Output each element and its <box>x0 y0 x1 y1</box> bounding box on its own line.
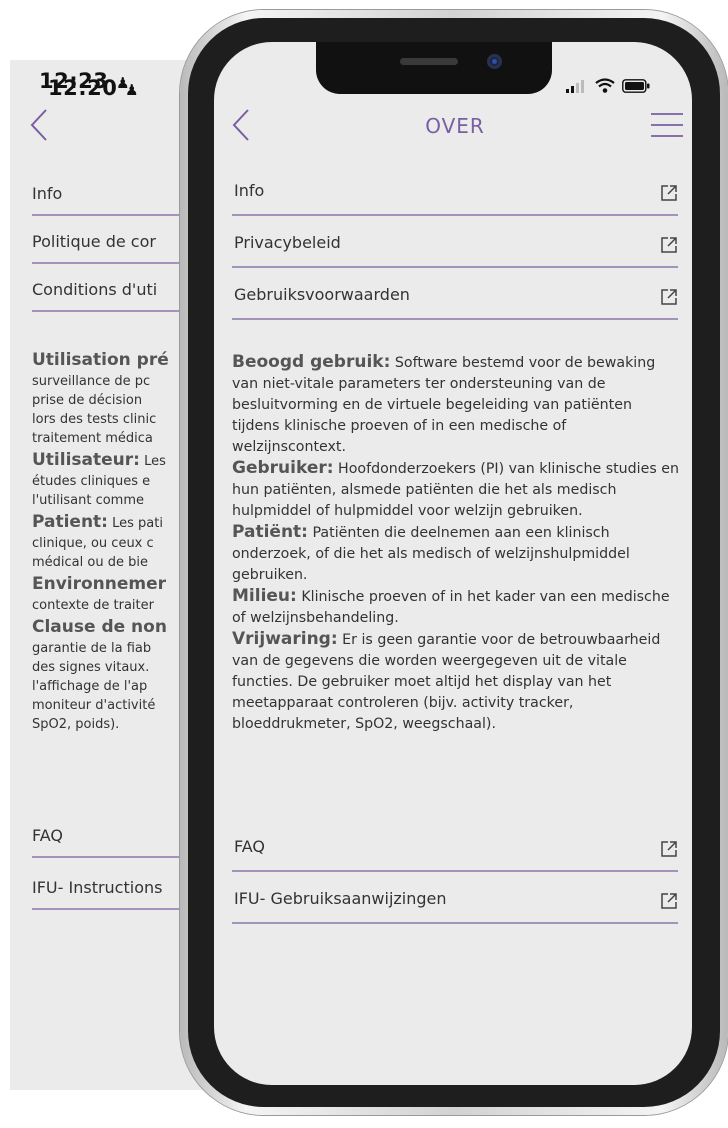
section-environment: Milieu: Klinische proeven of in het kade… <box>232 586 682 629</box>
section-heading: Gebruiker: <box>232 458 334 478</box>
link-label: Gebruiksvoorwaarden <box>234 285 410 304</box>
external-link-icon <box>661 841 677 857</box>
link-row-info[interactable]: Info <box>232 176 678 216</box>
external-link-icon <box>661 289 677 305</box>
section-patient: Patiënt: Patiënten die deelnemen aan een… <box>232 522 682 586</box>
link-row-faq[interactable]: FAQ <box>232 832 678 872</box>
section-disclaimer: Vrijwaring: Er is geen garantie voor de … <box>232 629 682 735</box>
section-heading: Beoogd gebruik: <box>232 352 391 372</box>
background-back-icon <box>30 109 47 141</box>
speaker-grille <box>400 58 458 65</box>
notch <box>316 42 552 94</box>
link-label: FAQ <box>234 837 265 856</box>
external-link-icon <box>661 185 677 201</box>
section-heading: Patiënt: <box>232 522 308 542</box>
link-row-privacy[interactable]: Privacybeleid <box>232 228 678 268</box>
section-heading: Vrijwaring: <box>232 629 338 649</box>
external-link-icon <box>661 893 677 909</box>
page-title: OVER <box>425 114 485 138</box>
link-label: IFU- Gebruiksaanwijzingen <box>234 889 447 908</box>
link-label: Info <box>234 181 265 200</box>
signal-icon <box>566 80 584 93</box>
section-heading: Milieu: <box>232 586 297 606</box>
status-icons <box>566 78 650 93</box>
section-user: Gebruiker: Hoofdonderzoekers (PI) van kl… <box>232 458 682 522</box>
link-row-ifu[interactable]: IFU- Gebruiksaanwijzingen <box>232 884 678 924</box>
section-text: Klinische proeven of in het kader van ee… <box>232 589 670 626</box>
front-camera-icon <box>487 54 502 69</box>
link-row-terms[interactable]: Gebruiksvoorwaarden <box>232 280 678 320</box>
link-label: Privacybeleid <box>234 233 341 252</box>
wifi-icon <box>595 78 615 93</box>
status-time: 12:23 ♟ <box>39 69 131 93</box>
hamburger-menu-icon[interactable] <box>650 111 684 139</box>
section-intended-use: Beoogd gebruik: Software bestemd voor de… <box>232 352 682 458</box>
battery-icon <box>622 79 650 93</box>
external-link-icon <box>661 237 677 253</box>
about-text: Beoogd gebruik: Software bestemd voor de… <box>232 352 682 735</box>
